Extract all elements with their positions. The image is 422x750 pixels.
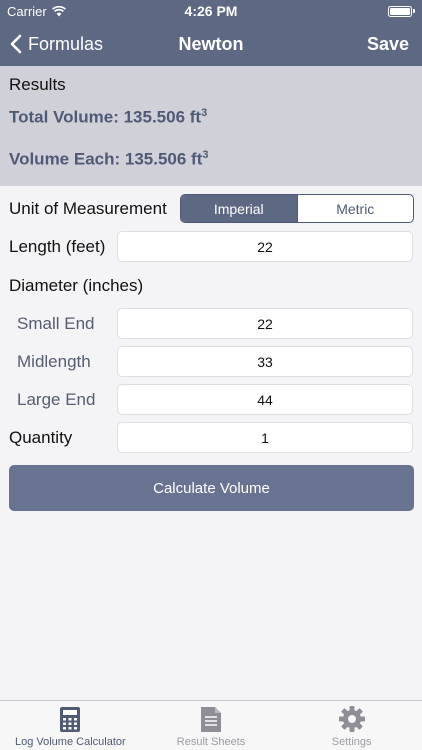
- document-icon: [201, 707, 221, 732]
- length-label: Length (feet): [9, 237, 106, 256]
- small-end-input[interactable]: [117, 308, 413, 339]
- total-volume-text: Total Volume: 135.506 ft: [9, 107, 202, 127]
- chevron-left-icon: [10, 34, 22, 54]
- midlength-label: Midlength: [17, 352, 91, 371]
- navigation-bar: Formulas Newton Save: [0, 22, 422, 66]
- volume-each-text: Volume Each: 135.506 ft: [9, 149, 203, 169]
- tab-label: Log Volume Calculator: [14, 736, 126, 748]
- quantity-input[interactable]: [117, 422, 413, 453]
- quantity-label: Quantity: [9, 428, 73, 447]
- carrier-indicator: Carrier: [7, 4, 66, 19]
- tab-log-volume-calculator[interactable]: Log Volume Calculator: [0, 701, 141, 750]
- tab-label: Settings: [331, 736, 372, 748]
- carrier-label: Carrier: [7, 3, 47, 19]
- gear-icon: [338, 706, 365, 732]
- save-button[interactable]: Save: [367, 22, 409, 66]
- total-volume: Total Volume: 135.506 ft3: [9, 107, 207, 128]
- volume-each: Volume Each: 135.506 ft3: [9, 149, 209, 170]
- results-heading: Results: [9, 75, 66, 94]
- large-end-label: Large End: [17, 390, 96, 409]
- status-bar: Carrier 4:26 PM: [0, 0, 422, 22]
- unit-of-measurement-label: Unit of Measurement: [9, 199, 167, 218]
- calculator-icon: [60, 707, 81, 732]
- battery-icon: [388, 5, 415, 17]
- wifi-icon: [51, 5, 66, 16]
- tab-bar: Log Volume Calculator Result Sheets Sett…: [0, 700, 422, 750]
- back-button[interactable]: Formulas: [10, 22, 103, 66]
- calculate-volume-button[interactable]: Calculate Volume: [9, 465, 414, 511]
- midlength-input[interactable]: [117, 346, 413, 377]
- segment-metric[interactable]: Metric: [296, 195, 414, 222]
- tab-result-sheets[interactable]: Result Sheets: [141, 701, 282, 750]
- tab-label: Result Sheets: [176, 736, 246, 748]
- results-panel: Results Total Volume: 135.506 ft3 Volume…: [0, 66, 422, 186]
- cubic-superscript: 3: [202, 149, 209, 161]
- segment-imperial[interactable]: Imperial: [181, 195, 297, 222]
- tab-settings[interactable]: Settings: [281, 701, 422, 750]
- unit-segmented-control: Imperial Metric: [180, 194, 414, 223]
- large-end-input[interactable]: [117, 384, 413, 415]
- cubic-superscript: 3: [201, 107, 208, 119]
- back-button-label: Formulas: [28, 33, 104, 54]
- small-end-label: Small End: [17, 314, 95, 333]
- diameter-label: Diameter (inches): [9, 276, 144, 295]
- length-input[interactable]: [117, 231, 413, 262]
